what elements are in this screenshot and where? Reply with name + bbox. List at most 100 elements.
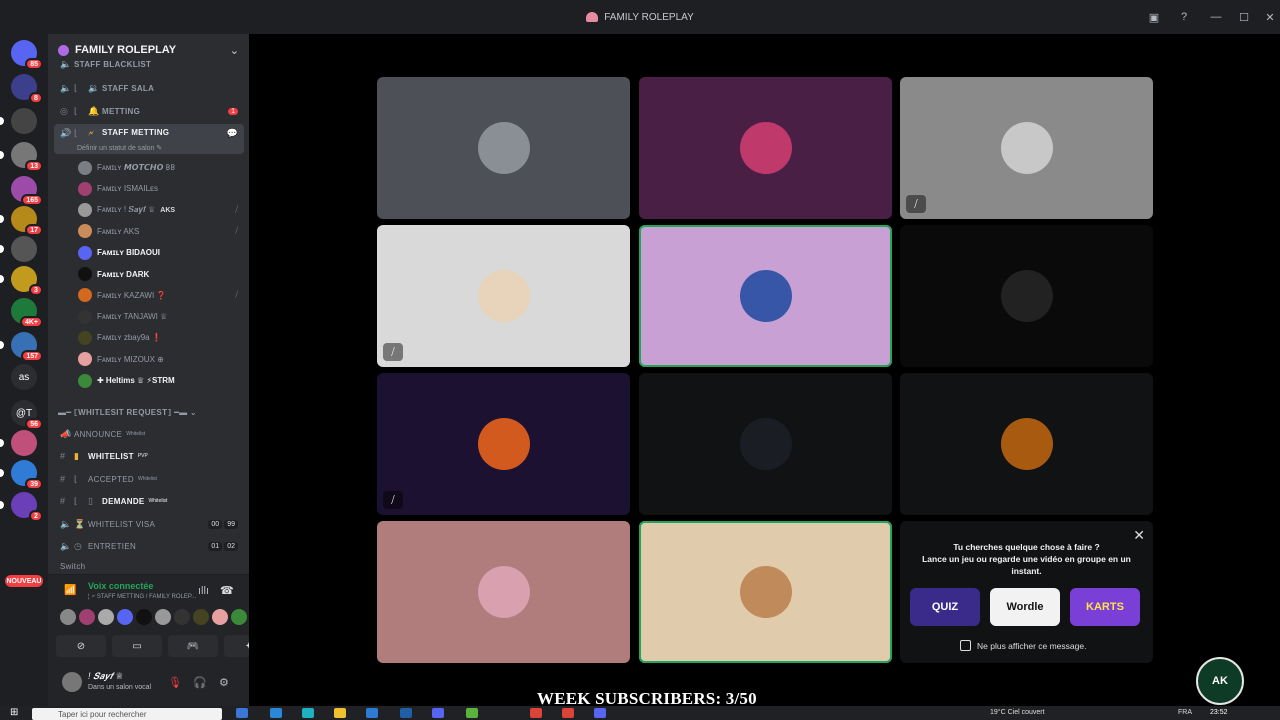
channel-staff-blacklist[interactable]: 🔈 STAFF BLACKLIST	[54, 58, 244, 70]
voice-member[interactable]: Fᴀᴍɪʟʏ MIZOUX ⊕	[78, 350, 244, 369]
screen-share-button[interactable]: ▭	[112, 635, 162, 657]
participant-avatar[interactable]	[79, 609, 95, 625]
activity-game-card[interactable]: QUIZ	[910, 588, 980, 626]
app-icon[interactable]	[302, 708, 314, 718]
chrome-icon[interactable]	[530, 708, 542, 718]
chat-icon[interactable]: 💬	[227, 128, 238, 139]
participant-avatar[interactable]	[174, 609, 190, 625]
store-icon[interactable]	[366, 708, 378, 718]
participant-avatar[interactable]	[60, 609, 76, 625]
windows-start-icon[interactable]: ⊞	[10, 707, 18, 718]
voice-member[interactable]: Fᴀᴍɪʟʏ ISMAILᴇs	[78, 179, 244, 198]
server-icon[interactable]: @T 56	[11, 400, 43, 430]
channel-whitelist[interactable]: # ▮ WHITELIST PVP	[54, 446, 244, 466]
participant-tile[interactable]	[377, 521, 630, 663]
language-indicator[interactable]: FRA	[1178, 709, 1192, 716]
server-icon[interactable]: 39	[0, 460, 43, 490]
voice-member[interactable]: Fᴀᴍɪʟʏ AKS ⧸	[78, 222, 244, 241]
participant-tile[interactable]: ⧸	[377, 373, 630, 515]
server-icon[interactable]	[0, 430, 37, 456]
inbox-icon[interactable]: ▣	[1146, 9, 1162, 25]
voice-member[interactable]: Fᴀᴍɪʟʏ BIDAOUI	[78, 243, 244, 262]
voice-member[interactable]: Fᴀᴍɪʟʏ TANJAWI ♕	[78, 307, 244, 326]
server-icon[interactable]: 8	[11, 74, 43, 104]
chevron-down-icon[interactable]: ⌄	[230, 44, 239, 57]
category-whitelist-request[interactable]: ▬━ ⟦WHITLESIT REQUEST⟧ ━▬ ⌄	[58, 408, 197, 417]
username[interactable]: ! 𝑺𝒂𝒚𝒇 ♕	[88, 671, 123, 682]
voice-member[interactable]: Fᴀᴍɪʟʏ zbay9a ❗	[78, 328, 244, 347]
chrome2-icon[interactable]	[562, 708, 574, 718]
channel-whitelist-visa[interactable]: 🔈 ⏳ WHITELIST VISA 00 99	[54, 514, 244, 534]
channel-accepted[interactable]: # ⌊ ACCEPTED Whitelist	[54, 469, 244, 489]
camera-off-button[interactable]: ⊘	[56, 635, 106, 657]
server-icon[interactable]: 157	[0, 332, 43, 362]
avatar[interactable]	[62, 672, 82, 692]
voice-channel-path[interactable]: ¦ 🗲 STAFF METTING / FAMILY ROLEP...	[88, 594, 196, 601]
server-icon[interactable]: 17	[0, 206, 43, 236]
server-icon[interactable]: 165	[11, 176, 43, 206]
mic-muted-icon[interactable]: 🎙	[168, 676, 182, 689]
noise-suppression-icon[interactable]: ıllı	[198, 585, 209, 597]
dont-show-checkbox[interactable]: Ne plus afficher ce message.	[960, 640, 1086, 651]
participant-tile[interactable]: ⧸	[377, 225, 630, 367]
server-icon[interactable]: 2	[0, 492, 43, 522]
participant-tile[interactable]	[900, 225, 1153, 367]
taskbar-clock[interactable]: 23:52	[1210, 709, 1228, 716]
participant-tile[interactable]	[377, 77, 630, 219]
channel-switch[interactable]: Switch	[54, 560, 244, 572]
voice-member[interactable]: Fᴀᴍɪʟʏ KAZAWI ❓ ⧸	[78, 286, 244, 305]
participant-avatar[interactable]	[98, 609, 114, 625]
close-window-button[interactable]: ✕	[1262, 9, 1278, 25]
taskbar-search-input[interactable]: Taper ici pour rechercher	[32, 708, 222, 720]
channel-entretien[interactable]: 🔈 ◷ ENTRETIEN 01 02	[54, 536, 244, 556]
voice-member[interactable]: ✚ Heltims ♕ ⚡STRM	[78, 371, 244, 390]
voice-member[interactable]: Fᴀᴍɪʟʏ DARK	[78, 265, 244, 284]
voice-member[interactable]: Fᴀᴍɪʟʏ 𝙈𝙊𝙏𝘾𝙃𝙊 𐌁𐌁	[78, 158, 244, 177]
minimize-button[interactable]: —	[1208, 9, 1224, 25]
signal-icon[interactable]: 📶	[64, 585, 76, 596]
maximize-button[interactable]: ☐	[1236, 9, 1252, 25]
activity-game-card[interactable]: Wordle	[990, 588, 1060, 626]
channel-demande[interactable]: # ⌊ ▯ DEMANDE Whitelist	[54, 491, 244, 511]
server-icon[interactable]	[0, 108, 37, 134]
app2-icon[interactable]	[466, 708, 478, 718]
participant-tile[interactable]	[900, 373, 1153, 515]
participant-avatar[interactable]	[193, 609, 209, 625]
participant-tile[interactable]	[639, 373, 892, 515]
participant-avatar[interactable]	[117, 609, 133, 625]
participant-tile[interactable]: ⧸	[900, 77, 1153, 219]
server-icon[interactable]: 4K+	[11, 298, 43, 328]
edge-icon[interactable]	[270, 708, 282, 718]
participant-avatar[interactable]	[231, 609, 247, 625]
checkbox-icon[interactable]	[960, 640, 971, 651]
channel-status-prompt[interactable]: Définir un statut de salon ✎	[77, 144, 162, 152]
file-explorer-icon[interactable]	[334, 708, 346, 718]
discord2-icon[interactable]	[594, 708, 606, 718]
server-icon[interactable]: 13	[0, 142, 43, 172]
headphones-icon[interactable]: 🎧	[193, 676, 207, 689]
activity-game-card[interactable]: KARTS	[1070, 588, 1140, 626]
participant-tile[interactable]	[639, 225, 892, 367]
word-icon[interactable]	[400, 708, 412, 718]
gear-icon[interactable]: ⚙	[219, 676, 229, 689]
task-view-icon[interactable]	[236, 708, 248, 718]
voice-member[interactable]: Fᴀᴍɪʟʏ ! 𝑺𝒂𝒚𝒇 ♕ AKS ⧸	[78, 201, 244, 220]
participant-tile[interactable]	[639, 77, 892, 219]
participant-tile[interactable]	[639, 521, 892, 663]
server-icon[interactable]	[0, 236, 37, 262]
weather-widget[interactable]: 19°C Ciel couvert	[990, 709, 1045, 716]
voice-status[interactable]: Voix connectée	[88, 581, 153, 591]
activity-button[interactable]: 🎮	[168, 635, 218, 657]
participant-avatar[interactable]	[136, 609, 152, 625]
discord-icon[interactable]	[432, 708, 444, 718]
participant-avatar[interactable]	[155, 609, 171, 625]
participant-avatar[interactable]	[212, 609, 228, 625]
server-icon[interactable]: 3	[0, 266, 43, 296]
server-icon[interactable]: as	[11, 364, 37, 390]
disconnect-icon[interactable]: ☎	[220, 584, 234, 597]
channel-metting[interactable]: ◎ ⌊ 🔔 METTING 1	[54, 101, 244, 121]
channel-announce[interactable]: 📣 ANNOUNCE Whitelist	[54, 424, 244, 444]
server-icon[interactable]: 85	[11, 40, 43, 70]
channel-staff-sala[interactable]: 🔈 ⌊ 🔉 STAFF SALA	[54, 78, 244, 98]
help-icon[interactable]: ?	[1176, 9, 1192, 25]
